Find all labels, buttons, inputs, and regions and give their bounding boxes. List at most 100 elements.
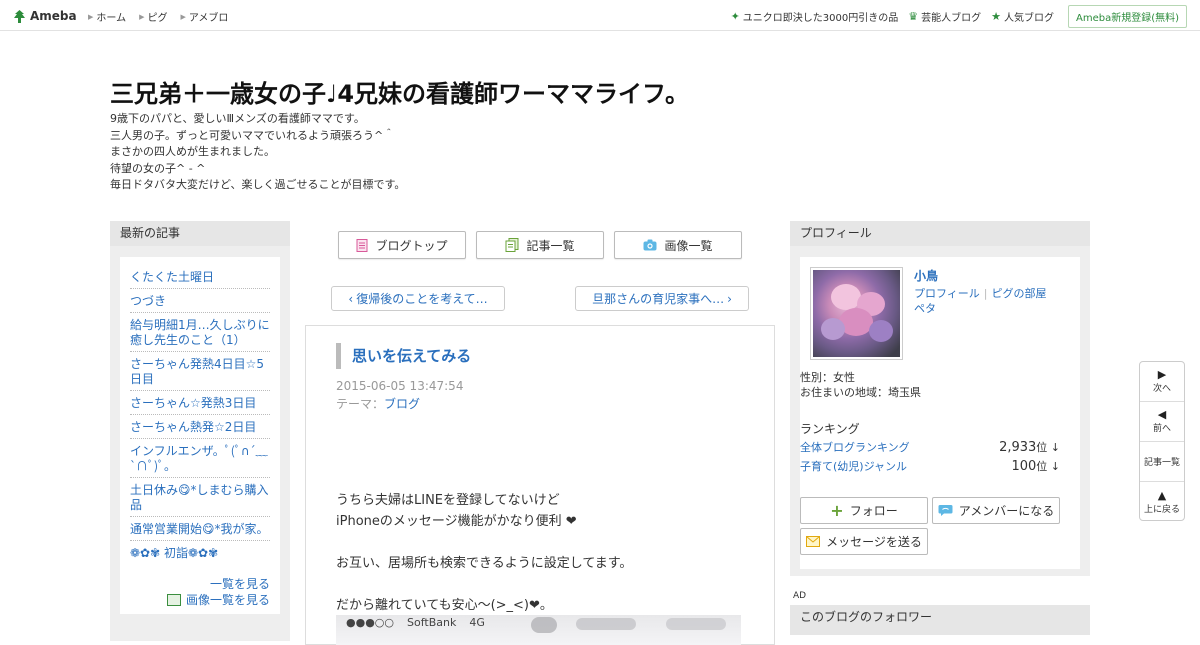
blog-top-button[interactable]: ブログトップ [338,231,466,259]
nav-home[interactable]: ▶ ホーム [88,9,127,25]
ranking-link[interactable]: 全体ブログランキング [800,439,910,455]
register-button[interactable]: Ameba新規登録(無料) [1067,5,1187,28]
blog-description-line: まさかの四人めが生まれました。 [110,145,275,158]
recent-article-link[interactable]: さーちゃん熱発☆2日目 [130,415,270,439]
plus-icon: + [830,500,844,520]
recent-article-link[interactable]: さーちゃん発熱4日目☆5日目 [130,352,270,391]
next-article-label: 旦那さんの育児家事へ… [592,292,725,306]
article-body: うちら夫婦はLINEを登録してないけど iPhoneのメッセージ機能がかなり便利… [336,490,632,616]
network-label: 4G [469,616,485,629]
document-icon [356,238,368,252]
float-prev-button[interactable]: ◀ 前へ [1140,402,1184,442]
float-next-label: 次へ [1152,384,1171,394]
ameba-logo-icon [13,9,26,24]
recent-article-link[interactable]: インフルエンザ。ﾟ(ﾟ∩´﹏`∩ﾟ)ﾟ。 [130,439,270,478]
recent-articles-box: くたくた土曜日 つづき 給与明細1月…久しぶりに癒し先生のこと（1） さーちゃん… [120,257,280,614]
nav-ameblo[interactable]: ▶ アメブロ [180,9,229,25]
chevron-left-icon: ‹ [348,291,354,306]
blurred-region [576,618,636,630]
flower-shape [821,318,845,340]
profile-avatar[interactable] [810,267,903,360]
recent-articles-heading: 最新の記事 [110,221,290,246]
trend-down-icon: ↓ [1050,441,1060,454]
article-body-line [336,574,632,595]
global-nav: ▶ ホーム ▶ ピグ ▶ アメブロ [88,9,241,25]
triangle-right-icon: ▶ [1157,368,1167,381]
profile-info: 性別：女性 お住まいの地域：埼玉県 [800,370,921,400]
ranking-row: 全体ブログランキング 2,933位 ↓ [800,439,1060,455]
recent-article-link[interactable]: 通常営業開始😋*我が家。 [130,517,270,541]
article-body-line: だから離れていても安心～(>_<)❤。 [336,598,553,613]
promo-link[interactable]: ✦ ユニクロ即決した3000円引きの品 [731,9,899,24]
triangle-left-icon: ◀ [1157,408,1167,421]
recent-article-link[interactable]: つづき [130,289,270,313]
peta-link[interactable]: ペタ [914,302,936,315]
caret-right-icon: ▶ [139,12,145,21]
back-to-top-button[interactable]: ▲ 上に戻る [1140,482,1184,522]
prev-article-button[interactable]: ‹ 復帰後のことを考えて… [331,286,505,311]
profile-name[interactable]: 小鳥 [914,267,938,284]
article-body-line: お互い、居場所も検索できるように設定してます。 [336,556,633,571]
recent-article-link[interactable]: ❁✿✾ 初詣❁✿✾ [130,541,270,564]
profile-panel: プロフィール 小鳥 プロフィール | ピグの部屋 ペタ 性別：女性 お住まいの地域：… [790,221,1090,576]
image-list-button[interactable]: 画像一覧 [614,231,742,259]
view-images-link[interactable]: 画像一覧を見る [130,592,270,608]
article-body-line [336,532,632,553]
sparkle-icon: ✦ [730,10,740,23]
float-next-button[interactable]: ▶ 次へ [1140,362,1184,402]
pig-room-link[interactable]: ピグの部屋 [992,287,1047,300]
caret-right-icon: ▶ [88,12,94,21]
phone-status-bar: ●●●○○ SoftBank 4G [346,616,485,629]
article-theme: テーマ：ブログ [336,395,420,412]
ranking-value: 2,933位 ↓ [999,439,1060,455]
ad-label: AD [793,591,807,601]
popular-blog-link[interactable]: ★ 人気ブログ [991,9,1054,24]
recent-article-link[interactable]: 給与明細1月…久しぶりに癒し先生のこと（1） [130,313,270,352]
ranking-heading: ランキング [800,422,860,436]
celebrity-blog-label: 芸能人ブログ [921,13,982,24]
profile-link[interactable]: プロフィール [914,287,980,300]
promo-link-label: ユニクロ即決した3000円引きの品 [742,13,899,24]
article-list-label: 記事一覧 [526,238,575,253]
prev-article-label: 復帰後のことを考えて… [356,292,488,306]
article-list-button[interactable]: 記事一覧 [476,231,604,259]
nav-pigg[interactable]: ▶ ピグ [139,9,167,25]
amember-button[interactable]: アメンバーになる [932,497,1060,524]
view-images-label: 画像一覧を見る [185,593,270,607]
trend-down-icon: ↓ [1050,460,1060,473]
float-list-label: 記事一覧 [1143,458,1180,468]
ranking-unit: 位 [1036,441,1048,454]
article-theme-link[interactable]: ブログ [384,397,420,411]
article-title[interactable]: 思いを伝えてみる [336,343,471,369]
blog-description-line: 三人男の子。ずっと可愛いママでいれるよう頑張ろう^＾ [110,128,395,142]
blog-description-line: 待望の女の子^ - ^ [110,161,206,175]
recent-articles-list: くたくた土曜日 つづき 給与明細1月…久しぶりに癒し先生のこと（1） さーちゃん… [130,265,270,564]
nav-ameblo-label: アメブロ [188,13,229,24]
ranking-link[interactable]: 子育て(幼児)ジャンル [800,458,907,474]
ameba-logo[interactable]: Ameba [13,8,77,24]
image-list-icon [166,594,181,606]
nav-home-label: ホーム [96,13,127,24]
recent-article-link[interactable]: くたくた土曜日 [130,265,270,289]
article-screenshot-image[interactable]: ●●●○○ SoftBank 4G [336,615,741,645]
follow-button[interactable]: + フォロー [800,497,928,524]
carrier-label: SoftBank [407,616,457,629]
article: 思いを伝えてみる 2015-06-05 13:47:54 テーマ：ブログ うちら… [305,325,775,645]
followers-heading: このブログのフォロワー [790,605,1090,635]
celebrity-blog-link[interactable]: ♛ 芸能人ブログ [908,9,981,24]
caret-right-icon: ▶ [180,12,186,21]
view-all-link[interactable]: 一覧を見る [130,576,270,592]
blog-title[interactable]: 三兄弟＋一歳女の子♩4兄妹の看護師ワーママライフ。 [110,74,689,109]
send-message-button[interactable]: メッセージを送る [800,528,928,555]
blurred-region [531,617,557,633]
header-right-links: ✦ ユニクロ即決した3000円引きの品 ♛ 芸能人ブログ ★ 人気ブログ Ameba新… [721,5,1187,28]
article-body-line: うちら夫婦はLINEを登録してないけど [336,493,560,508]
blog-description-line: 9歳下のパパと、愛しいⅢメンズの看護師ママです。 [110,112,365,125]
recent-article-link[interactable]: さーちゃん☆発熱3日目 [130,391,270,415]
recent-article-link[interactable]: 土日休み😋*しまむら購入品 [130,478,270,517]
profile-gender: 性別：女性 [800,371,855,384]
logo-text: Ameba [30,9,77,23]
next-article-button[interactable]: 旦那さんの育児家事へ… › [575,286,749,311]
float-list-button[interactable]: 記事一覧 [1140,442,1184,482]
float-prev-label: 前へ [1152,424,1171,434]
